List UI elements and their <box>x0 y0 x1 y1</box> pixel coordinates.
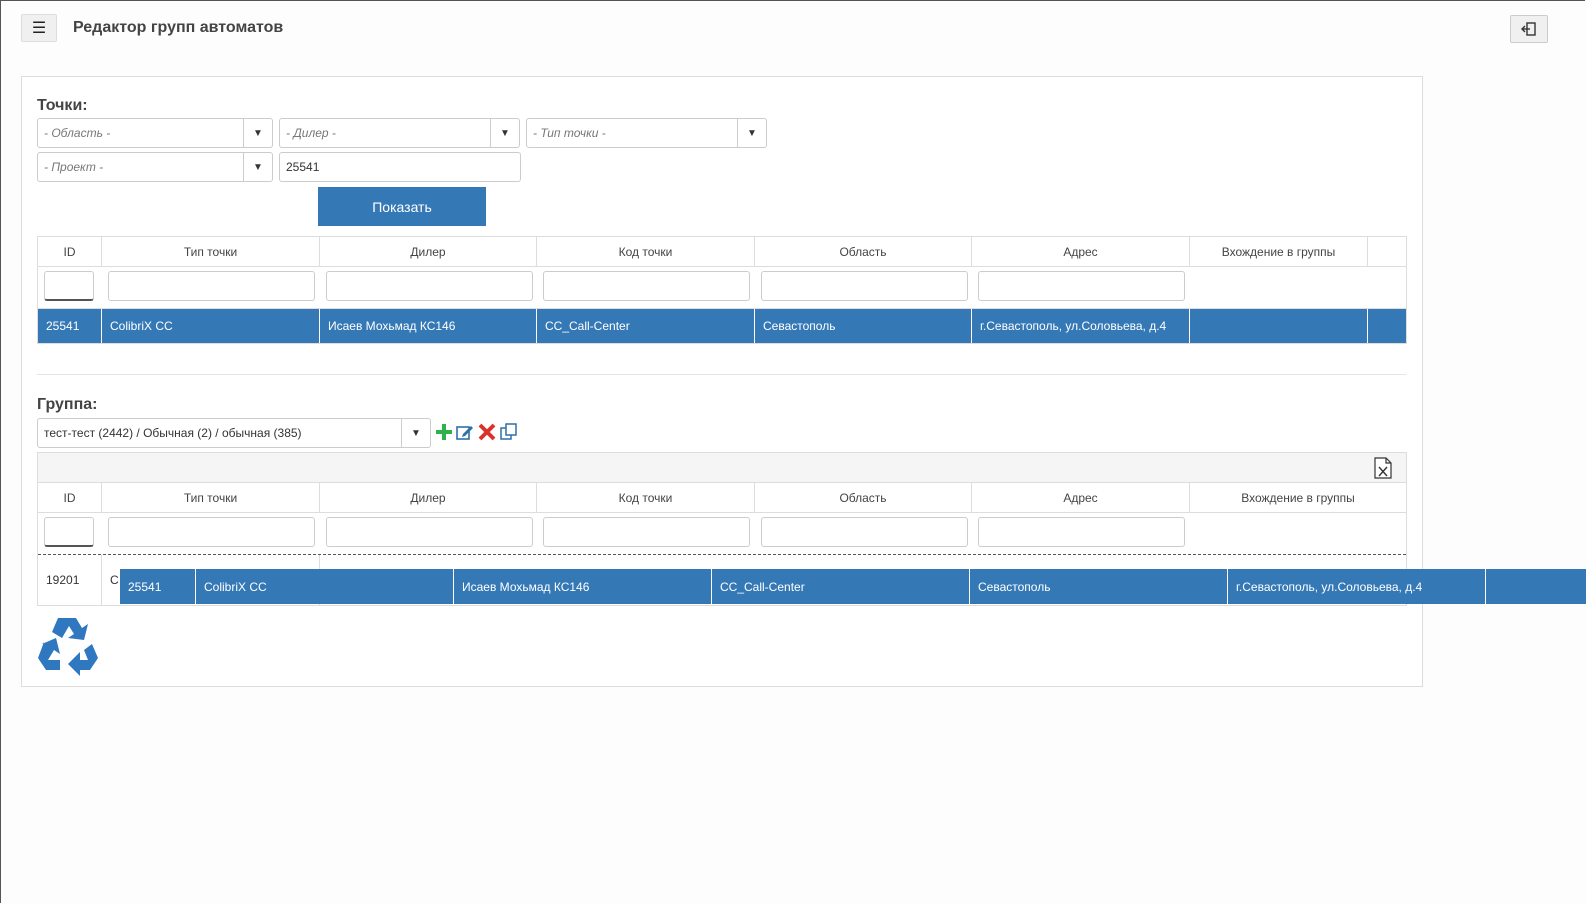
point-type-select-text: - Тип точки - <box>533 126 606 140</box>
cell-code: CC_Call-Center <box>537 309 755 343</box>
points-grid: ID Тип точки Дилер Код точки Область Адр… <box>37 236 1407 344</box>
col-dealer[interactable]: Дилер <box>320 483 537 512</box>
filter-dealer-input[interactable] <box>326 517 533 547</box>
col-point-code[interactable]: Код точки <box>537 483 755 512</box>
show-button[interactable]: Показать <box>318 187 486 226</box>
chevron-down-icon: ▼ <box>737 119 766 147</box>
region-select[interactable]: - Область - ▼ <box>37 118 273 148</box>
project-select-text: - Проект - <box>44 160 104 174</box>
exit-icon <box>1521 22 1536 36</box>
dealer-select[interactable]: - Дилер - ▼ <box>279 118 520 148</box>
cell-region: Севастополь <box>755 309 972 343</box>
project-select[interactable]: - Проект - ▼ <box>37 152 273 182</box>
cell-region: Севастополь <box>970 569 1228 604</box>
point-type-select[interactable]: - Тип точки - ▼ <box>526 118 767 148</box>
menu-icon: ☰ <box>31 20 47 37</box>
dragged-row[interactable]: 25541 ColibriX CC Исаев Мохьмад КС146 CC… <box>120 569 1586 604</box>
cell-type: ColibriX CC <box>102 309 320 343</box>
col-dealer[interactable]: Дилер <box>320 237 537 266</box>
cell-code: CC_Call-Center <box>712 569 970 604</box>
points-label: Точки: <box>37 97 88 114</box>
filter-address-input[interactable] <box>978 271 1185 301</box>
table-row[interactable]: 25541 ColibriX CC Исаев Мохьмад КС146 CC… <box>38 309 1406 343</box>
cell-id: 19201 <box>38 555 102 605</box>
filter-id-input[interactable] <box>44 517 94 547</box>
filter-region-input[interactable] <box>761 517 968 547</box>
col-point-type[interactable]: Тип точки <box>102 483 320 512</box>
col-id[interactable]: ID <box>38 483 102 512</box>
filter-address-input[interactable] <box>978 517 1185 547</box>
group-filter-row <box>38 513 1406 555</box>
col-region[interactable]: Область <box>755 237 972 266</box>
excel-export-icon[interactable] <box>1374 457 1392 479</box>
point-search-input[interactable] <box>279 152 521 182</box>
cell-id: 25541 <box>120 569 196 604</box>
col-groups[interactable]: Вхождение в группы <box>1190 237 1368 266</box>
chevron-down-icon: ▼ <box>401 419 430 447</box>
menu-button[interactable]: ☰ <box>21 14 57 42</box>
cell-groups <box>1190 309 1368 343</box>
exit-button[interactable] <box>1510 15 1548 43</box>
recycle-icon[interactable] <box>36 614 100 676</box>
filter-type-input[interactable] <box>108 517 315 547</box>
cell-dealer: Исаев Мохьмад КС146 <box>320 309 537 343</box>
cell-address: г.Севастополь, ул.Соловьева, д.4 <box>972 309 1190 343</box>
filter-dealer-input[interactable] <box>326 271 533 301</box>
group-grid-header: ID Тип точки Дилер Код точки Область Адр… <box>38 483 1406 513</box>
delete-icon[interactable] <box>478 423 496 441</box>
filter-code-input[interactable] <box>543 271 750 301</box>
col-region[interactable]: Область <box>755 483 972 512</box>
page-title: Редактор групп автоматов <box>73 19 284 36</box>
col-spacer <box>1368 237 1406 266</box>
points-grid-header: ID Тип точки Дилер Код точки Область Адр… <box>38 237 1406 267</box>
filter-type-input[interactable] <box>108 271 315 301</box>
col-groups[interactable]: Вхождение в группы <box>1190 483 1406 512</box>
cell-dealer: Исаев Мохьмад КС146 <box>454 569 712 604</box>
cell-type: ColibriX CC <box>196 569 454 604</box>
cell-id: 25541 <box>38 309 102 343</box>
edit-icon[interactable] <box>456 423 474 441</box>
filter-region-input[interactable] <box>761 271 968 301</box>
group-grid-toolbar <box>38 453 1406 483</box>
chevron-down-icon: ▼ <box>243 119 272 147</box>
filter-id-input[interactable] <box>44 271 94 301</box>
dealer-select-text: - Дилер - <box>286 126 336 140</box>
col-id[interactable]: ID <box>38 237 102 266</box>
chevron-down-icon: ▼ <box>490 119 519 147</box>
filter-code-input[interactable] <box>543 517 750 547</box>
group-label: Группа: <box>37 396 98 413</box>
group-select-text: тест-тест (2442) / Обычная (2) / обычная… <box>44 426 302 440</box>
plus-icon[interactable] <box>435 423 453 441</box>
copy-icon[interactable] <box>500 423 518 441</box>
cell-address: г.Севастополь, ул.Соловьева, д.4 <box>1228 569 1486 604</box>
points-filter-row <box>38 267 1406 309</box>
section-divider <box>37 374 1406 375</box>
col-address[interactable]: Адрес <box>972 237 1190 266</box>
region-select-text: - Область - <box>44 126 111 140</box>
col-point-code[interactable]: Код точки <box>537 237 755 266</box>
col-point-type[interactable]: Тип точки <box>102 237 320 266</box>
group-select[interactable]: тест-тест (2442) / Обычная (2) / обычная… <box>37 418 431 448</box>
chevron-down-icon: ▼ <box>243 153 272 181</box>
col-address[interactable]: Адрес <box>972 483 1190 512</box>
